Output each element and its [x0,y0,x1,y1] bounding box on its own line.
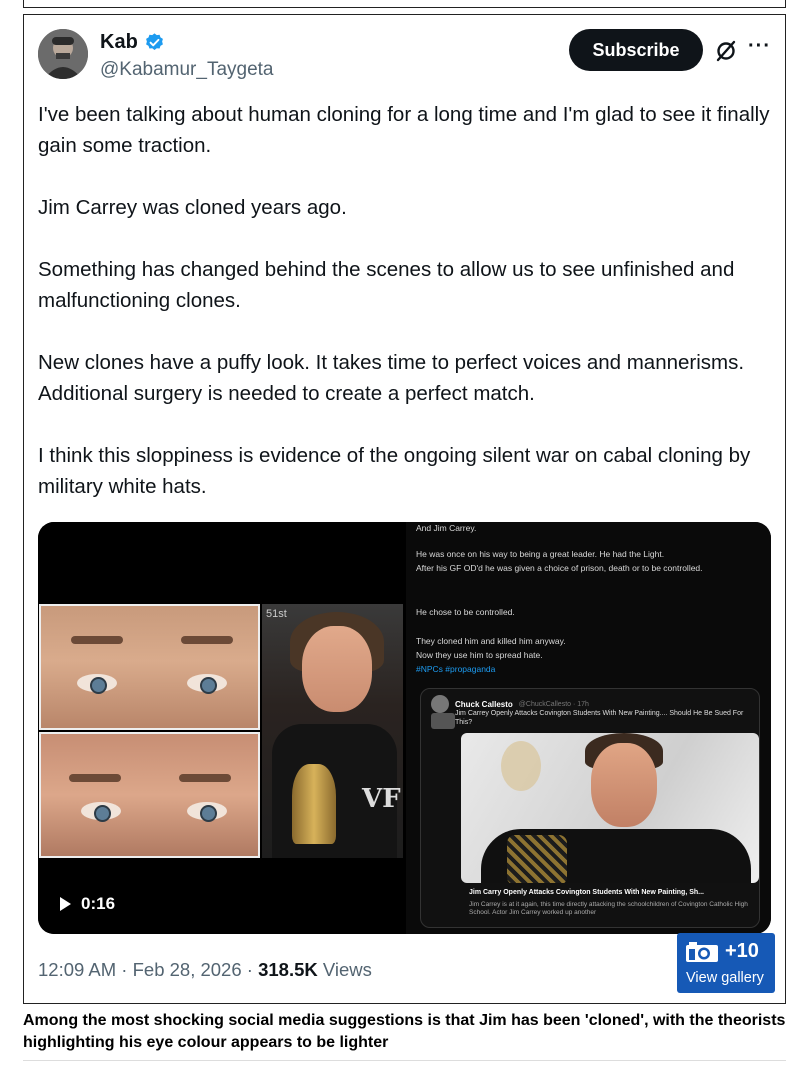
tweet-timestamp[interactable]: 12:09 AM · Feb 28, 2026 · [38,959,258,980]
views-count: 318.5K [258,959,318,980]
views-label: Views [317,959,372,980]
screenshot-text: He chose to be controlled. [416,607,515,617]
divider [23,1060,786,1061]
screenshot-image[interactable]: And Jim Carrey. He was once on his way t… [406,522,771,934]
view-gallery-button[interactable]: +10 View gallery [677,933,775,993]
eyebrow-shape [71,636,123,644]
tweet-paragraph: New clones have a puffy look. It takes t… [38,351,745,405]
eyebrow-shape [181,636,233,644]
screenshot-text: He was once on his way to being a great … [416,549,665,559]
award-portrait-image: VF 51st [262,604,403,858]
video-play-control[interactable]: 0:16 [60,894,115,914]
tweet-paragraph: Jim Carrey was cloned years ago. [38,196,347,219]
eye-shape [187,674,227,694]
portrait-face [302,626,372,712]
quoted-meta: @ChuckCallesto · 17h [518,700,589,708]
eyebrow-shape [69,774,121,782]
tweet-meta: 12:09 AM · Feb 28, 2026 · 318.5K Views [38,959,372,981]
avatar[interactable] [38,29,88,79]
verified-badge-icon [145,33,163,50]
quoted-thumbnail [431,713,455,729]
grok-icon[interactable] [714,39,738,63]
screenshot-text: They cloned him and killed him anyway. [416,636,566,646]
play-icon[interactable] [60,897,71,911]
video-duration: 0:16 [81,894,116,913]
tweet-paragraph: I think this sloppiness is evidence of t… [38,444,751,498]
eye-shape [77,674,117,694]
quoted-text: Jim Carrey Openly Attacks Covington Stud… [455,710,744,726]
eyes-closeup-image [39,604,260,730]
gallery-header: +10 [685,940,759,963]
quoted-author-name: Chuck Callesto [455,699,513,709]
quoted-avatar [431,695,449,713]
vf-logo: VF [362,784,401,814]
camera-icon [686,941,718,962]
tweet-paragraph: I've been talking about human cloning fo… [38,103,770,157]
more-options-icon[interactable]: ··· [748,35,771,58]
eye-shape [81,802,121,822]
article-title: Jim Carry Openly Attacks Covington Stude… [469,889,704,896]
author-name[interactable]: Kab [100,31,138,54]
subscribe-button[interactable]: Subscribe [569,29,703,71]
previous-block-border [23,0,786,8]
article-summary: Jim Carrey is at it again, this time dir… [469,901,748,916]
eyes-closeup-image [39,732,260,858]
quoted-post: Chuck Callesto @ChuckCallesto · 17h Jim … [420,688,760,928]
backdrop-logo [501,741,541,791]
gallery-count: +10 [725,940,759,962]
screenshot-text: Now they use him to spread hate. [416,650,543,660]
screenshot-hashtags: #NPCs #propaganda [416,664,496,674]
video-thumbnail[interactable]: VF 51st 0:16 [38,522,403,934]
award-statue [292,764,336,844]
eye-shape [187,802,227,822]
embedded-tweet: Kab @Kabamur_Taygeta Subscribe ··· I've … [23,14,786,1004]
award-badge: 51st [266,608,287,620]
tweet-paragraph: Something has changed behind the scenes … [38,258,735,312]
author-row: Kab [100,31,165,54]
eyebrow-shape [179,774,231,782]
tweet-body: I've been talking about human cloning fo… [38,99,773,533]
image-caption: Among the most shocking social media sug… [23,1012,786,1051]
article-jacket-pattern [507,835,567,883]
screenshot-text: After his GF OD'd he was given a choice … [416,563,703,573]
author-handle[interactable]: @Kabamur_Taygeta [100,59,274,81]
screenshot-text: And Jim Carrey. [416,523,477,533]
article-face [591,743,657,827]
media-grid: VF 51st 0:16 And Jim Carrey. He was once… [38,522,771,934]
quoted-article-image [461,733,759,883]
gallery-label: View gallery [686,970,764,986]
